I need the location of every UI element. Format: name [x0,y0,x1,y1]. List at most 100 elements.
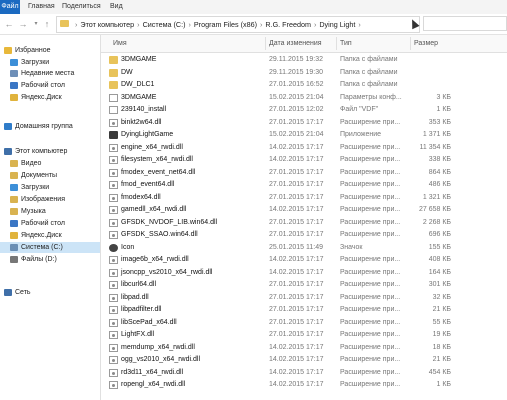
file-size: 353 КБ [428,118,451,126]
search-input[interactable] [423,16,507,31]
nav-item[interactable]: Этот компьютер [0,146,67,157]
nav-item[interactable]: Избранное [0,45,50,56]
file-row[interactable]: libpadfilter.dll 27.01.2015 17:17 Расширен… [101,304,507,317]
file-type: Расширение при... [340,231,401,238]
file-row[interactable]: GFSDK_NVDOF_LIB.win64.dll 27.01.2015 17:1… [101,217,507,230]
file-row[interactable]: DW 29.11.2015 19:30 Папка с файлами [101,67,507,80]
file-row[interactable]: GFSDK_SSAO.win64.dll 27.01.2015 17:17 Расш… [101,229,507,242]
file-row[interactable]: DyingLightGame 15.02.2015 21:04 Приложение… [101,129,507,142]
tab-share[interactable]: Поделиться [62,0,101,14]
tab-view[interactable]: Вид [110,0,123,14]
file-row[interactable]: image6b_x64_rwdi.dll 14.02.2015 17:17 Расш… [101,254,507,267]
network-icon [4,288,12,296]
video-folder-icon [10,159,18,167]
file-size: 164 КБ [428,268,451,276]
address-bar[interactable]: › Этот компьютер › Система (C:) › Program Fil… [56,16,420,33]
file-size: 696 КБ [428,231,451,238]
nav-item[interactable]: Рабочий стол [0,218,65,229]
column-name[interactable]: Имя [113,35,127,52]
file-row[interactable]: DW_DLC1 27.01.2015 16:52 Папка с файлами [101,79,507,92]
file-date: 27.01.2015 17:17 [269,168,324,176]
nav-item[interactable]: Документы [0,170,57,181]
nav-item[interactable]: Файлы (D:) [0,254,57,265]
recent-places-icon [10,69,18,77]
nav-item[interactable]: Яндекс.Диск [0,230,62,241]
file-row[interactable]: 3DMGAME 15.02.2015 21:04 Параметры конф...… [101,92,507,105]
dll-file-icon [109,218,118,227]
file-type: Расширение при... [340,256,401,263]
column-size[interactable]: Размер [414,35,438,52]
file-type: Расширение при... [340,181,401,188]
file-row[interactable]: memdump_x64_rwdi.dll 14.02.2015 17:17 Расш… [101,342,507,355]
desktop-icon [10,219,18,227]
file-row[interactable]: rd3d11_x64_rwdi.dll 14.02.2015 17:17 Расши… [101,367,507,380]
file-row[interactable]: Icon 25.01.2015 11:49 Значок 155 КБ [101,242,507,255]
breadcrumb-dying-light[interactable]: Dying Light [319,20,355,29]
file-tab[interactable]: Файл [0,0,20,14]
file-size: 19 КБ [432,331,451,338]
music-folder-icon [10,207,18,215]
breadcrumb-program-files[interactable]: Program Files (x86) [194,20,257,29]
nav-item[interactable]: Видео [0,158,41,169]
tab-home[interactable]: Главная [28,0,55,14]
file-name: libcurl64.dll [121,281,157,288]
nav-item[interactable]: Система (C:) [0,242,110,253]
file-row[interactable]: engine_x64_rwdi.dll 14.02.2015 17:17 Расши… [101,142,507,155]
nav-item[interactable]: Сеть [0,287,31,298]
computer-icon [4,147,12,155]
column-divider[interactable] [410,37,411,50]
file-name: gamedll_x64_rwdi.dll [121,206,187,213]
file-row[interactable]: libpad.dll 27.01.2015 17:17 Расширение при… [101,292,507,305]
file-row[interactable]: binkt2w64.dll 27.01.2015 17:17 Расширение … [101,117,507,130]
dll-file-icon [109,168,118,177]
file-row[interactable]: fmodex64.dll 27.01.2015 17:17 Расширение п… [101,192,507,205]
recent-locations-icon[interactable]: ▾ [31,18,41,30]
file-row[interactable]: 3DMGAME 29.11.2015 19:32 Папка с файлами [101,54,507,67]
dll-file-icon [109,343,118,352]
file-name: image6b_x64_rwdi.dll [121,256,189,263]
file-row[interactable]: libScePad_x64.dll 27.01.2015 17:17 Расшире… [101,317,507,330]
file-date: 27.01.2015 17:17 [269,118,324,126]
folder-icon [109,56,118,64]
column-date-modified[interactable]: Дата изменения [269,35,322,52]
file-row[interactable]: LightFX.dll 27.01.2015 17:17 Расширение пр… [101,329,507,342]
up-arrow-icon[interactable]: ↑ [42,18,52,30]
file-date: 14.02.2015 17:17 [269,268,324,276]
file-row[interactable]: fmodex_event_net64.dll 27.01.2015 17:17 Ра… [101,167,507,180]
back-arrow-icon[interactable]: ← [4,18,14,30]
column-type[interactable]: Тип [340,35,352,52]
nav-item[interactable]: Домашняя группа [0,121,73,132]
file-row[interactable]: gamedll_x64_rwdi.dll 14.02.2015 17:17 Расш… [101,204,507,217]
file-row[interactable]: 239140_install 27.01.2015 12:02 Файл "VDF"… [101,104,507,117]
nav-item[interactable]: Недавние места [0,68,74,79]
nav-item-label: Загрузки [21,184,50,191]
nav-item[interactable]: Загрузки [0,57,49,68]
forward-arrow-icon[interactable]: → [18,18,28,30]
column-divider[interactable] [336,37,337,50]
file-row[interactable]: filesystem_x64_rwdi.dll 14.02.2015 17:17 Р… [101,154,507,167]
file-type: Расширение при... [340,168,401,176]
nav-item[interactable]: Изображения [0,194,65,205]
breadcrumb-drive-c[interactable]: Система (C:) [143,20,186,29]
nav-item[interactable]: Рабочий стол [0,80,65,91]
file-date: 27.01.2015 17:17 [269,293,324,301]
breadcrumb-separator-icon: › [260,20,263,29]
column-divider[interactable] [265,37,266,50]
file-date: 27.01.2015 17:17 [269,318,324,326]
breadcrumb-rg-freedom[interactable]: R.G. Freedom [265,20,311,29]
breadcrumb-this-pc[interactable]: Этот компьютер [80,20,134,29]
nav-item[interactable]: Музыка [0,206,46,217]
file-date: 27.01.2015 12:02 [269,106,324,113]
file-size: 454 КБ [428,368,451,376]
file-type: Расширение при... [340,368,401,376]
file-row[interactable]: ropengl_x64_rwdi.dll 14.02.2015 17:17 Расш… [101,379,507,392]
file-row[interactable]: fmod_event64.dll 27.01.2015 17:17 Расширен… [101,179,507,192]
nav-item-label: Музыка [21,208,46,215]
file-size: 55 КБ [432,318,451,326]
file-size: 11 354 КБ [419,143,451,151]
file-row[interactable]: jsoncpp_vs2010_x64_rwdi.dll 14.02.2015 17… [101,267,507,280]
file-row[interactable]: ogg_vs2010_x64_rwdi.dll 14.02.2015 17:17 Р… [101,354,507,367]
nav-item[interactable]: Яндекс.Диск [0,92,62,103]
nav-item[interactable]: Загрузки [0,182,49,193]
file-row[interactable]: libcurl64.dll 27.01.2015 17:17 Расширение … [101,279,507,292]
